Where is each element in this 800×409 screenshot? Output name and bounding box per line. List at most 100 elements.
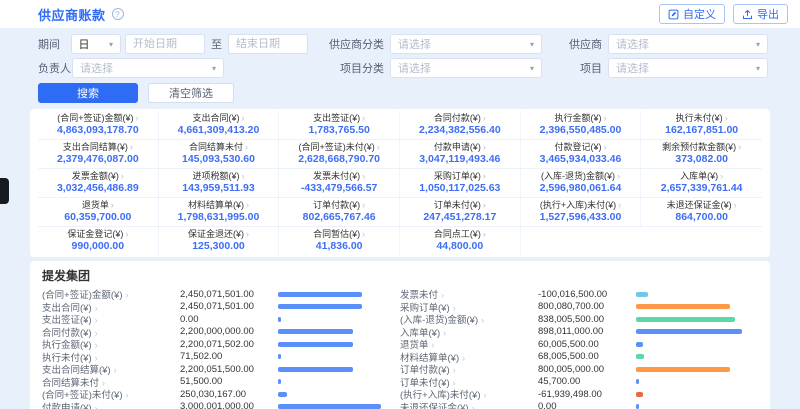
metric-card[interactable]: 执行未付(¥)› 162,167,851.00 <box>641 111 762 140</box>
metric-card[interactable]: 发票未付(¥)› -433,479,566.57 <box>279 169 400 198</box>
group-metric-row: (执行+入库)未付(¥)› -61,939,498.00 <box>400 388 742 401</box>
export-icon <box>742 9 753 20</box>
metric-value: 4,863,093,178.70 <box>40 125 156 136</box>
metric-card[interactable]: (合同+签证)未付(¥)› 2,628,668,790.70 <box>279 140 400 169</box>
owner-select[interactable]: 请选择 ▾ <box>72 58 224 78</box>
chevron-right-icon: › <box>453 365 456 375</box>
chevron-right-icon: › <box>484 390 487 400</box>
group-col-left: (合同+签证)金额(¥)› 2,450,071,501.00 支出合同(¥)› … <box>42 288 400 409</box>
metric-card[interactable]: 未退还保证金(¥)› 864,700.00 <box>641 198 762 227</box>
metric-card[interactable]: 支出合同结算(¥)› 2,379,476,087.00 <box>38 140 159 169</box>
metric-card[interactable]: (执行+入库)未付(¥)› 1,527,596,433.00 <box>521 198 642 227</box>
bar-track <box>636 338 742 351</box>
group-metric-value: 2,200,051,500.00 <box>180 364 278 375</box>
metric-label: 发票金额(¥)› <box>40 171 156 181</box>
supplier-category-label: 供应商分类 <box>322 36 384 52</box>
project-placeholder: 请选择 <box>616 60 649 76</box>
metric-cell-empty <box>521 227 642 255</box>
filter-row-2: 负责人 请选择 ▾ 项目分类 请选择 ▾ 项目 请选择 ▾ <box>38 58 770 78</box>
group-metric-row: 执行未付(¥)› 71,502.00 <box>42 351 384 364</box>
bar-track <box>636 351 742 364</box>
metric-card[interactable]: 合同付款(¥)› 2,234,382,556.40 <box>400 111 521 140</box>
chevron-right-icon: › <box>603 113 606 123</box>
page-title: 供应商账款 <box>38 5 106 24</box>
chevron-right-icon: › <box>481 315 484 325</box>
metric-card[interactable]: 订单付款(¥)› 802,665,767.46 <box>279 198 400 227</box>
metric-card[interactable]: 退货单› 60,359,700.00 <box>38 198 159 227</box>
bar <box>636 317 735 322</box>
supplier-select[interactable]: 请选择 ▾ <box>608 34 768 54</box>
metric-card[interactable]: 保证金登记(¥)› 990,000.00 <box>38 227 159 255</box>
metric-card[interactable]: 剩余预付款金额(¥)› 373,082.00 <box>641 140 762 169</box>
metric-card[interactable]: 订单未付(¥)› 247,451,278.17 <box>400 198 521 227</box>
group-metric-value: 2,200,071,502.00 <box>180 339 278 350</box>
metric-value: 145,093,530.60 <box>161 154 277 165</box>
metric-card[interactable]: 保证金退还(¥)› 125,300.00 <box>159 227 280 255</box>
metric-card[interactable]: 进项税额(¥)› 143,959,511.93 <box>159 169 280 198</box>
caret-down-icon: ▾ <box>756 40 760 49</box>
filter-panel: 期间 日 ▾ 至 供应商分类 请选择 ▾ 供应商 请选择 ▾ 负责人 <box>0 28 800 105</box>
supplier-category-select[interactable]: 请选择 ▾ <box>390 34 542 54</box>
metric-card[interactable]: 支出签证(¥)› 1,783,765.50 <box>279 111 400 140</box>
chevron-right-icon: › <box>483 200 486 210</box>
chevron-right-icon: › <box>126 290 129 300</box>
chevron-right-icon: › <box>362 113 365 123</box>
chevron-right-icon: › <box>483 229 486 239</box>
export-button[interactable]: 导出 <box>733 4 788 24</box>
group-metric-row: 合同付款(¥)› 2,200,000,000.00 <box>42 326 384 339</box>
clear-filters-button[interactable]: 清空筛选 <box>148 83 234 103</box>
metric-card[interactable]: 采购订单(¥)› 1,050,117,025.63 <box>400 169 521 198</box>
period-unit-select[interactable]: 日 ▾ <box>71 34 121 54</box>
metric-card[interactable]: 合同结算未付› 145,093,530.60 <box>159 140 280 169</box>
metric-card[interactable]: 入库单(¥)› 2,657,339,761.44 <box>641 169 762 198</box>
bar <box>636 292 648 297</box>
metric-label: 支出签证(¥)› <box>281 113 397 123</box>
bar-track <box>278 351 384 364</box>
bar-track <box>636 288 742 301</box>
help-icon[interactable]: ? <box>112 8 124 20</box>
chevron-right-icon: › <box>453 378 456 388</box>
customize-button[interactable]: 自定义 <box>659 4 725 24</box>
project-select[interactable]: 请选择 ▾ <box>608 58 768 78</box>
chevron-right-icon: › <box>362 171 365 181</box>
metric-label: 订单付款(¥)› <box>281 200 397 210</box>
chevron-right-icon: › <box>617 171 620 181</box>
metric-card[interactable]: 合同暂估(¥)› 41,836.00 <box>279 227 400 255</box>
metric-label: 合同点工(¥)› <box>402 229 518 239</box>
metric-card[interactable]: 发票金额(¥)› 3,032,456,486.89 <box>38 169 159 198</box>
drawer-handle[interactable] <box>0 178 9 204</box>
group-metric-link[interactable]: 未退还保证金(¥)› <box>400 400 538 409</box>
chevron-right-icon: › <box>472 403 475 409</box>
bar-track <box>636 363 742 376</box>
project-category-label: 项目分类 <box>322 60 384 76</box>
group-metric-link[interactable]: 付款申请(¥)› <box>42 400 180 409</box>
metric-card[interactable]: 支出合同(¥)› 4,661,309,413.20 <box>159 111 280 140</box>
start-date-input[interactable] <box>125 34 205 54</box>
metric-card[interactable]: 付款登记(¥)› 3,465,934,033.46 <box>521 140 642 169</box>
project-category-select[interactable]: 请选择 ▾ <box>390 58 542 78</box>
chevron-right-icon: › <box>114 365 117 375</box>
metric-card[interactable]: 合同点工(¥)› 44,800.00 <box>400 227 521 255</box>
metric-card[interactable]: 材料结算单(¥)› 1,798,631,995.00 <box>159 198 280 227</box>
metric-label: 合同暂估(¥)› <box>281 229 397 239</box>
metric-card[interactable]: 执行金额(¥)› 2,396,550,485.00 <box>521 111 642 140</box>
caret-down-icon: ▾ <box>530 40 534 49</box>
metric-label: 保证金登记(¥)› <box>40 229 156 239</box>
group-metric-row: 付款申请(¥)› 3,000,001,000.00 <box>42 401 384 409</box>
end-date-input[interactable] <box>228 34 308 54</box>
bar <box>278 304 362 309</box>
metric-card[interactable]: 付款申请(¥)› 3,047,119,493.46 <box>400 140 521 169</box>
bar <box>636 342 643 347</box>
chevron-right-icon: › <box>362 200 365 210</box>
metric-card[interactable]: (入库-退货)金额(¥)› 2,596,980,061.64 <box>521 169 642 198</box>
metric-label: (执行+入库)未付(¥)› <box>523 200 639 210</box>
search-button[interactable]: 搜索 <box>38 83 138 103</box>
metric-value: 2,234,382,556.40 <box>402 125 518 136</box>
metric-label: 合同结算未付› <box>161 142 277 152</box>
group-metric-value: 838,005,500.00 <box>538 314 636 325</box>
period-unit-value: 日 <box>79 36 90 52</box>
metric-label: 执行未付(¥)› <box>643 113 760 123</box>
bar <box>636 404 639 409</box>
metric-card[interactable]: (合同+签证)金额(¥)› 4,863,093,178.70 <box>38 111 159 140</box>
metric-value: 162,167,851.00 <box>643 125 760 136</box>
